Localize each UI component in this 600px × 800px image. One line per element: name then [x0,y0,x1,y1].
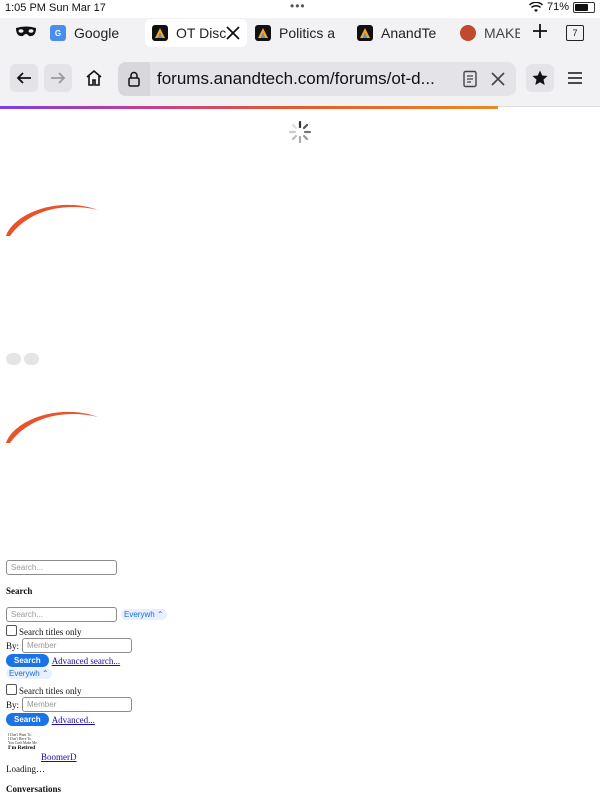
scope-value: Everywh [9,669,40,678]
member-input-2[interactable]: Member [22,697,133,712]
lock-icon[interactable] [118,62,150,96]
anandtech-icon [357,25,373,41]
reader-view-icon[interactable] [462,70,478,88]
tab-strip: G Google OT Disc Politics a AnandTe MAKE… [0,18,600,48]
titles-only-label: Search titles only [19,686,82,696]
loading-text: Loading… [6,764,45,774]
scope-value: Everywh [124,610,155,619]
tab-label: OT Disc [176,25,227,41]
by-label: By: [6,640,20,651]
advanced-link[interactable]: Advanced... [52,715,95,725]
chevron-updown-icon: ⌃ [156,610,164,619]
search-scope-select[interactable]: Everywh ⌃ [121,609,167,620]
close-tab-icon[interactable] [223,23,243,43]
tab-politics[interactable]: Politics a [255,19,345,47]
member-input[interactable]: Member [22,638,133,653]
tab-ot-discussion[interactable]: OT Disc [145,19,247,47]
search-input[interactable]: Search... [6,607,117,622]
by-label: By: [6,699,20,710]
tab-count-button[interactable]: 7 [566,25,584,41]
status-date: Sun Mar 17 [49,2,106,14]
page-load-progress-bar [0,106,498,109]
anandtech-icon [255,25,271,41]
home-icon [86,69,102,86]
tab-google[interactable]: G Google [50,19,140,47]
tab-label: MAKE A [484,25,520,41]
make-icon [460,25,476,41]
search-button-2[interactable]: Search [6,713,49,726]
chevron-updown-icon: ⌃ [41,669,49,678]
wifi-icon [528,1,543,12]
bookmarks-button[interactable] [526,64,554,92]
conversations-heading: Conversations [6,784,62,794]
status-bar: 1:05 PM Sun Mar 17 ••• 71% [0,0,600,16]
tab-label: Google [74,25,120,41]
loading-spinner-icon [288,120,312,144]
tab-anandtech[interactable]: AnandTe [357,19,447,47]
placeholder-pill [6,353,21,365]
arrow-right-icon [51,72,66,84]
username-link[interactable]: BoomerD [41,752,77,762]
multitasking-dots-icon[interactable]: ••• [290,0,306,13]
home-button[interactable] [80,64,108,92]
arrow-left-icon [16,72,31,84]
google-news-icon: G [50,25,66,41]
private-mask-icon[interactable] [15,26,37,38]
address-bar[interactable]: forums.anandtech.com/forums/ot-d... [118,62,516,96]
search-button[interactable]: Search [6,654,49,667]
back-button[interactable] [10,64,38,92]
advanced-search-link[interactable]: Advanced search... [52,656,120,666]
tab-label: Politics a [279,25,336,41]
menu-button[interactable] [561,64,589,92]
tab-make[interactable]: MAKE A [460,19,520,47]
browser-toolbar: forums.anandtech.com/forums/ot-d... [0,48,600,107]
titles-only-checkbox[interactable] [6,625,17,636]
status-time: 1:05 PM [5,2,46,14]
search-input-top[interactable]: Search... [6,560,117,575]
battery-icon [573,1,595,13]
search-heading: Search [6,586,33,596]
anandtech-swoosh-logo [6,411,98,443]
tab-label: AnandTe [381,25,437,41]
clear-url-icon[interactable] [490,70,506,88]
url-text[interactable]: forums.anandtech.com/forums/ot-d... [157,69,447,89]
anandtech-icon [152,25,168,41]
avatar-text: I'm Retired [8,745,36,751]
forward-button[interactable] [44,64,72,92]
search-scope-select-2[interactable]: Everywh ⌃ [6,668,52,679]
hamburger-menu-icon [568,72,582,84]
avatar[interactable]: I Don't Want To. I Don't Have To. You Ca… [8,733,40,753]
titles-only-label: Search titles only [19,627,82,637]
placeholder-pills [6,353,39,365]
battery-percent: 71% [546,1,569,13]
placeholder-pill [24,353,39,365]
new-tab-icon[interactable] [530,21,550,41]
titles-only-checkbox-2[interactable] [6,684,17,695]
anandtech-swoosh-logo [6,204,98,236]
star-icon [532,70,548,85]
